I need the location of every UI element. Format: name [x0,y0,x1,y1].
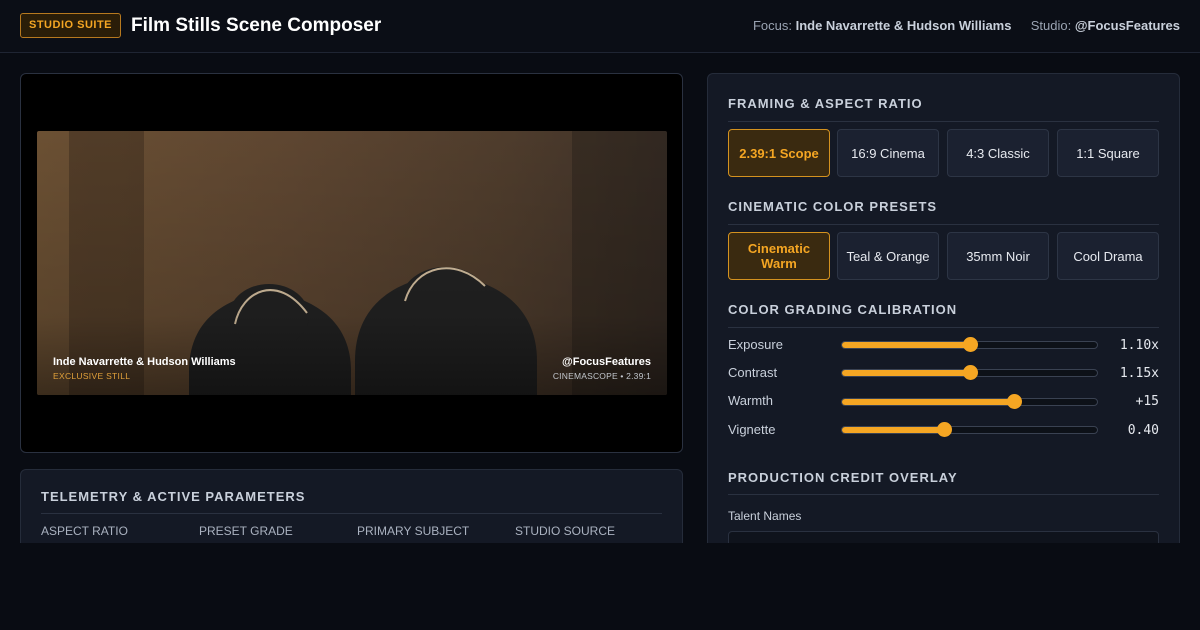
exposure-slider[interactable] [841,337,1098,352]
caption-studio: @FocusFeatures [562,356,651,368]
preset-cool-drama[interactable]: Cool Drama [1057,232,1159,280]
vignette-slider[interactable] [841,422,1098,437]
presets-divider [728,224,1159,225]
telemetry-col-preset-grade: PRESET GRADE [199,524,293,538]
vignette-thumb[interactable] [937,422,952,437]
caption-exclusive-tag: EXCLUSIVE STILL [53,371,131,381]
telemetry-col-studio-source: STUDIO SOURCE [515,524,616,538]
framing-title: FRAMING & ASPECT RATIO [728,96,923,111]
contrast-value: 1.15x [1119,366,1159,381]
studio-label: Studio: [1030,18,1072,33]
aspect-option-square[interactable]: 1:1 Square [1057,129,1159,177]
preset-35mm-noir[interactable]: 35mm Noir [947,232,1049,280]
exposure-label: Exposure [728,337,783,352]
caption-talent-names: Inde Navarrette & Hudson Williams [53,356,236,368]
contrast-label: Contrast [728,365,778,380]
film-still-image[interactable]: Inde Navarrette & Hudson Williams EXCLUS… [37,131,667,395]
exposure-thumb[interactable] [962,337,978,352]
telemetry-divider [41,513,662,514]
app-title: Film Stills Scene Composer [131,15,382,36]
contrast-slider[interactable] [841,365,1098,380]
grading-title: COLOR GRADING CALIBRATION [728,302,958,317]
vignette-label: Vignette [728,422,776,437]
scene-preview-panel: Inde Navarrette & Hudson Williams EXCLUS… [20,73,683,453]
warmth-fill [842,399,1015,405]
focus-label: Focus: [752,18,792,33]
caption-left: Inde Navarrette & Hudson Williams EXCLUS… [53,356,236,381]
caption-right: @FocusFeatures CINEMASCOPE • 2.39:1 [553,356,651,381]
exposure-fill [842,342,970,348]
app-header: STUDIO SUITE Film Stills Scene Composer … [0,0,1200,53]
focus-value: Inde Navarrette & Hudson Williams [795,18,1012,33]
exposure-value: 1.10x [1119,338,1159,353]
aspect-option-scope[interactable]: 2.39:1 Scope [728,129,830,177]
framing-divider [728,121,1159,122]
contrast-thumb[interactable] [962,365,978,380]
credit-divider [728,494,1159,495]
talent-names-label: Talent Names [728,509,802,523]
contrast-fill [842,370,970,376]
telemetry-title: TELEMETRY & ACTIVE PARAMETERS [41,489,306,504]
aspect-option-cinema[interactable]: 16:9 Cinema [837,129,939,177]
header-meta: Focus: Inde Navarrette & Hudson Williams… [753,18,1180,33]
warmth-value: +15 [1135,394,1159,409]
preset-cinematic-warm[interactable]: Cinematic Warm [728,232,830,280]
warmth-thumb[interactable] [1007,394,1023,409]
studio-value: @FocusFeatures [1074,18,1180,33]
controls-panel: FRAMING & ASPECT RATIO 2.39:1 Scope 16:9… [707,73,1180,573]
grading-divider [728,327,1159,328]
page-bottom-background [0,543,1200,630]
warmth-label: Warmth [728,393,774,408]
studio-suite-badge: STUDIO SUITE [20,13,122,38]
aspect-option-classic[interactable]: 4:3 Classic [947,129,1049,177]
vignette-fill [842,427,944,433]
vignette-value: 0.40 [1127,423,1159,438]
telemetry-col-primary-subject: PRIMARY SUBJECT [357,524,470,538]
credit-title: PRODUCTION CREDIT OVERLAY [728,470,958,485]
telemetry-col-aspect-ratio: ASPECT RATIO [41,524,128,538]
preset-teal-orange[interactable]: Teal & Orange [837,232,939,280]
warmth-slider[interactable] [841,394,1098,409]
caption-format: CINEMASCOPE • 2.39:1 [552,371,651,381]
presets-title: CINEMATIC COLOR PRESETS [728,199,938,214]
